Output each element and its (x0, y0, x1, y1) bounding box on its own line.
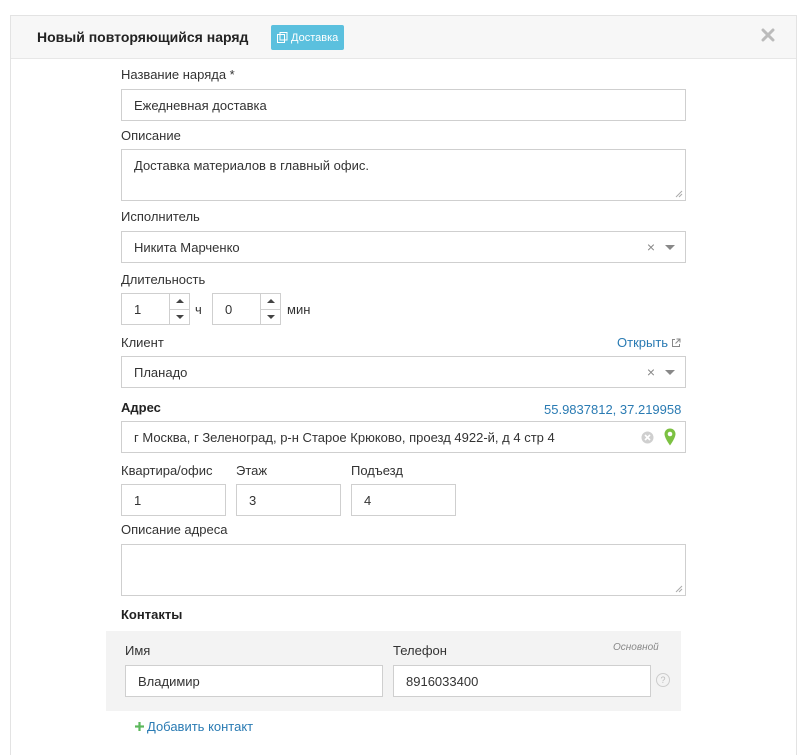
help-icon-glyph: ? (660, 675, 666, 685)
entrance-input[interactable]: 4 (351, 484, 456, 516)
address-input[interactable]: г Москва, г Зеленоград, р-н Старое Крюко… (121, 421, 686, 453)
close-icon (761, 28, 775, 42)
client-label: Клиент (121, 335, 164, 350)
open-client-link[interactable]: Открыть (617, 335, 681, 350)
contact-name-label: Имя (125, 643, 151, 658)
address-description-textarea[interactable] (121, 544, 686, 596)
hours-stepper[interactable]: 1 (121, 293, 190, 325)
add-contact-label: Добавить контакт (147, 719, 254, 734)
caret-down-icon (175, 314, 184, 319)
caret-down-icon (266, 314, 275, 319)
floor-input[interactable]: 3 (236, 484, 341, 516)
client-value: Планадо (134, 364, 188, 380)
executor-label: Исполнитель (121, 209, 200, 224)
order-name-value: Ежедневная доставка (134, 97, 267, 113)
hours-unit: ч (195, 302, 202, 317)
order-name-input[interactable]: Ежедневная доставка (121, 89, 686, 121)
executor-clear-icon[interactable]: × (647, 240, 655, 254)
description-value: Доставка материалов в главный офис. (134, 158, 369, 173)
close-button[interactable] (760, 27, 776, 43)
order-type-label: Доставка (291, 31, 339, 44)
resize-grip-icon[interactable] (675, 190, 683, 198)
minutes-value: 0 (225, 301, 233, 317)
apartment-value: 1 (134, 492, 142, 508)
address-description-label: Описание адреса (121, 522, 228, 537)
floor-label: Этаж (236, 463, 268, 478)
contact-phone-label: Телефон (393, 643, 447, 658)
contact-phone-value: 8916033400 (406, 673, 479, 689)
entrance-value: 4 (364, 492, 372, 508)
address-value: г Москва, г Зеленоград, р-н Старое Крюко… (134, 429, 555, 445)
open-client-label: Открыть (617, 335, 669, 350)
contact-phone-input[interactable]: 8916033400 (393, 665, 651, 697)
address-label: Адрес (121, 400, 161, 415)
contacts-heading: Контакты (121, 607, 183, 622)
contact-name-value: Владимир (138, 673, 200, 689)
clear-circle-icon[interactable] (641, 431, 654, 444)
chevron-down-icon[interactable] (665, 370, 675, 375)
map-pin-icon[interactable] (664, 428, 676, 446)
order-name-label: Название наряда * (121, 67, 235, 82)
address-coordinates-link[interactable]: 55.9837812, 37.219958 (544, 402, 681, 417)
minutes-unit: мин (287, 302, 311, 317)
primary-contact-hint: Основной (613, 642, 659, 653)
entrance-label: Подъезд (351, 463, 403, 478)
description-label: Описание (121, 128, 181, 143)
plus-icon (135, 722, 144, 731)
hours-increment-button[interactable] (170, 294, 189, 309)
executor-value: Никита Марченко (134, 239, 240, 255)
apartment-label: Квартира/офис (121, 463, 213, 478)
add-contact-button[interactable]: Добавить контакт (135, 719, 253, 734)
minutes-stepper[interactable]: 0 (212, 293, 281, 325)
primary-contact-help-icon[interactable]: ? (656, 673, 670, 687)
client-clear-icon[interactable]: × (647, 365, 655, 379)
modal-title: Новый повторяющийся наряд (37, 29, 249, 45)
description-textarea[interactable]: Доставка материалов в главный офис. (121, 149, 686, 201)
minutes-spinner (260, 294, 280, 324)
external-link-icon (672, 338, 681, 347)
modal-header: Новый повторяющийся наряд Доставка (11, 16, 796, 59)
hours-value: 1 (134, 301, 142, 317)
client-select[interactable]: Планадо × (121, 356, 686, 388)
minutes-decrement-button[interactable] (261, 308, 280, 325)
apartment-input[interactable]: 1 (121, 484, 226, 516)
resize-grip-icon[interactable] (675, 585, 683, 593)
executor-select[interactable]: Никита Марченко × (121, 231, 686, 263)
hours-decrement-button[interactable] (170, 308, 189, 325)
contact-row: Имя Телефон Основной Владимир 8916033400… (106, 631, 681, 711)
caret-up-icon (266, 299, 275, 304)
duration-label: Длительность (121, 272, 206, 287)
caret-up-icon (175, 299, 184, 304)
copy-icon (277, 32, 288, 43)
hours-spinner (169, 294, 189, 324)
chevron-down-icon[interactable] (665, 245, 675, 250)
minutes-increment-button[interactable] (261, 294, 280, 309)
order-type-badge[interactable]: Доставка (271, 25, 345, 50)
contact-name-input[interactable]: Владимир (125, 665, 383, 697)
floor-value: 3 (249, 492, 257, 508)
